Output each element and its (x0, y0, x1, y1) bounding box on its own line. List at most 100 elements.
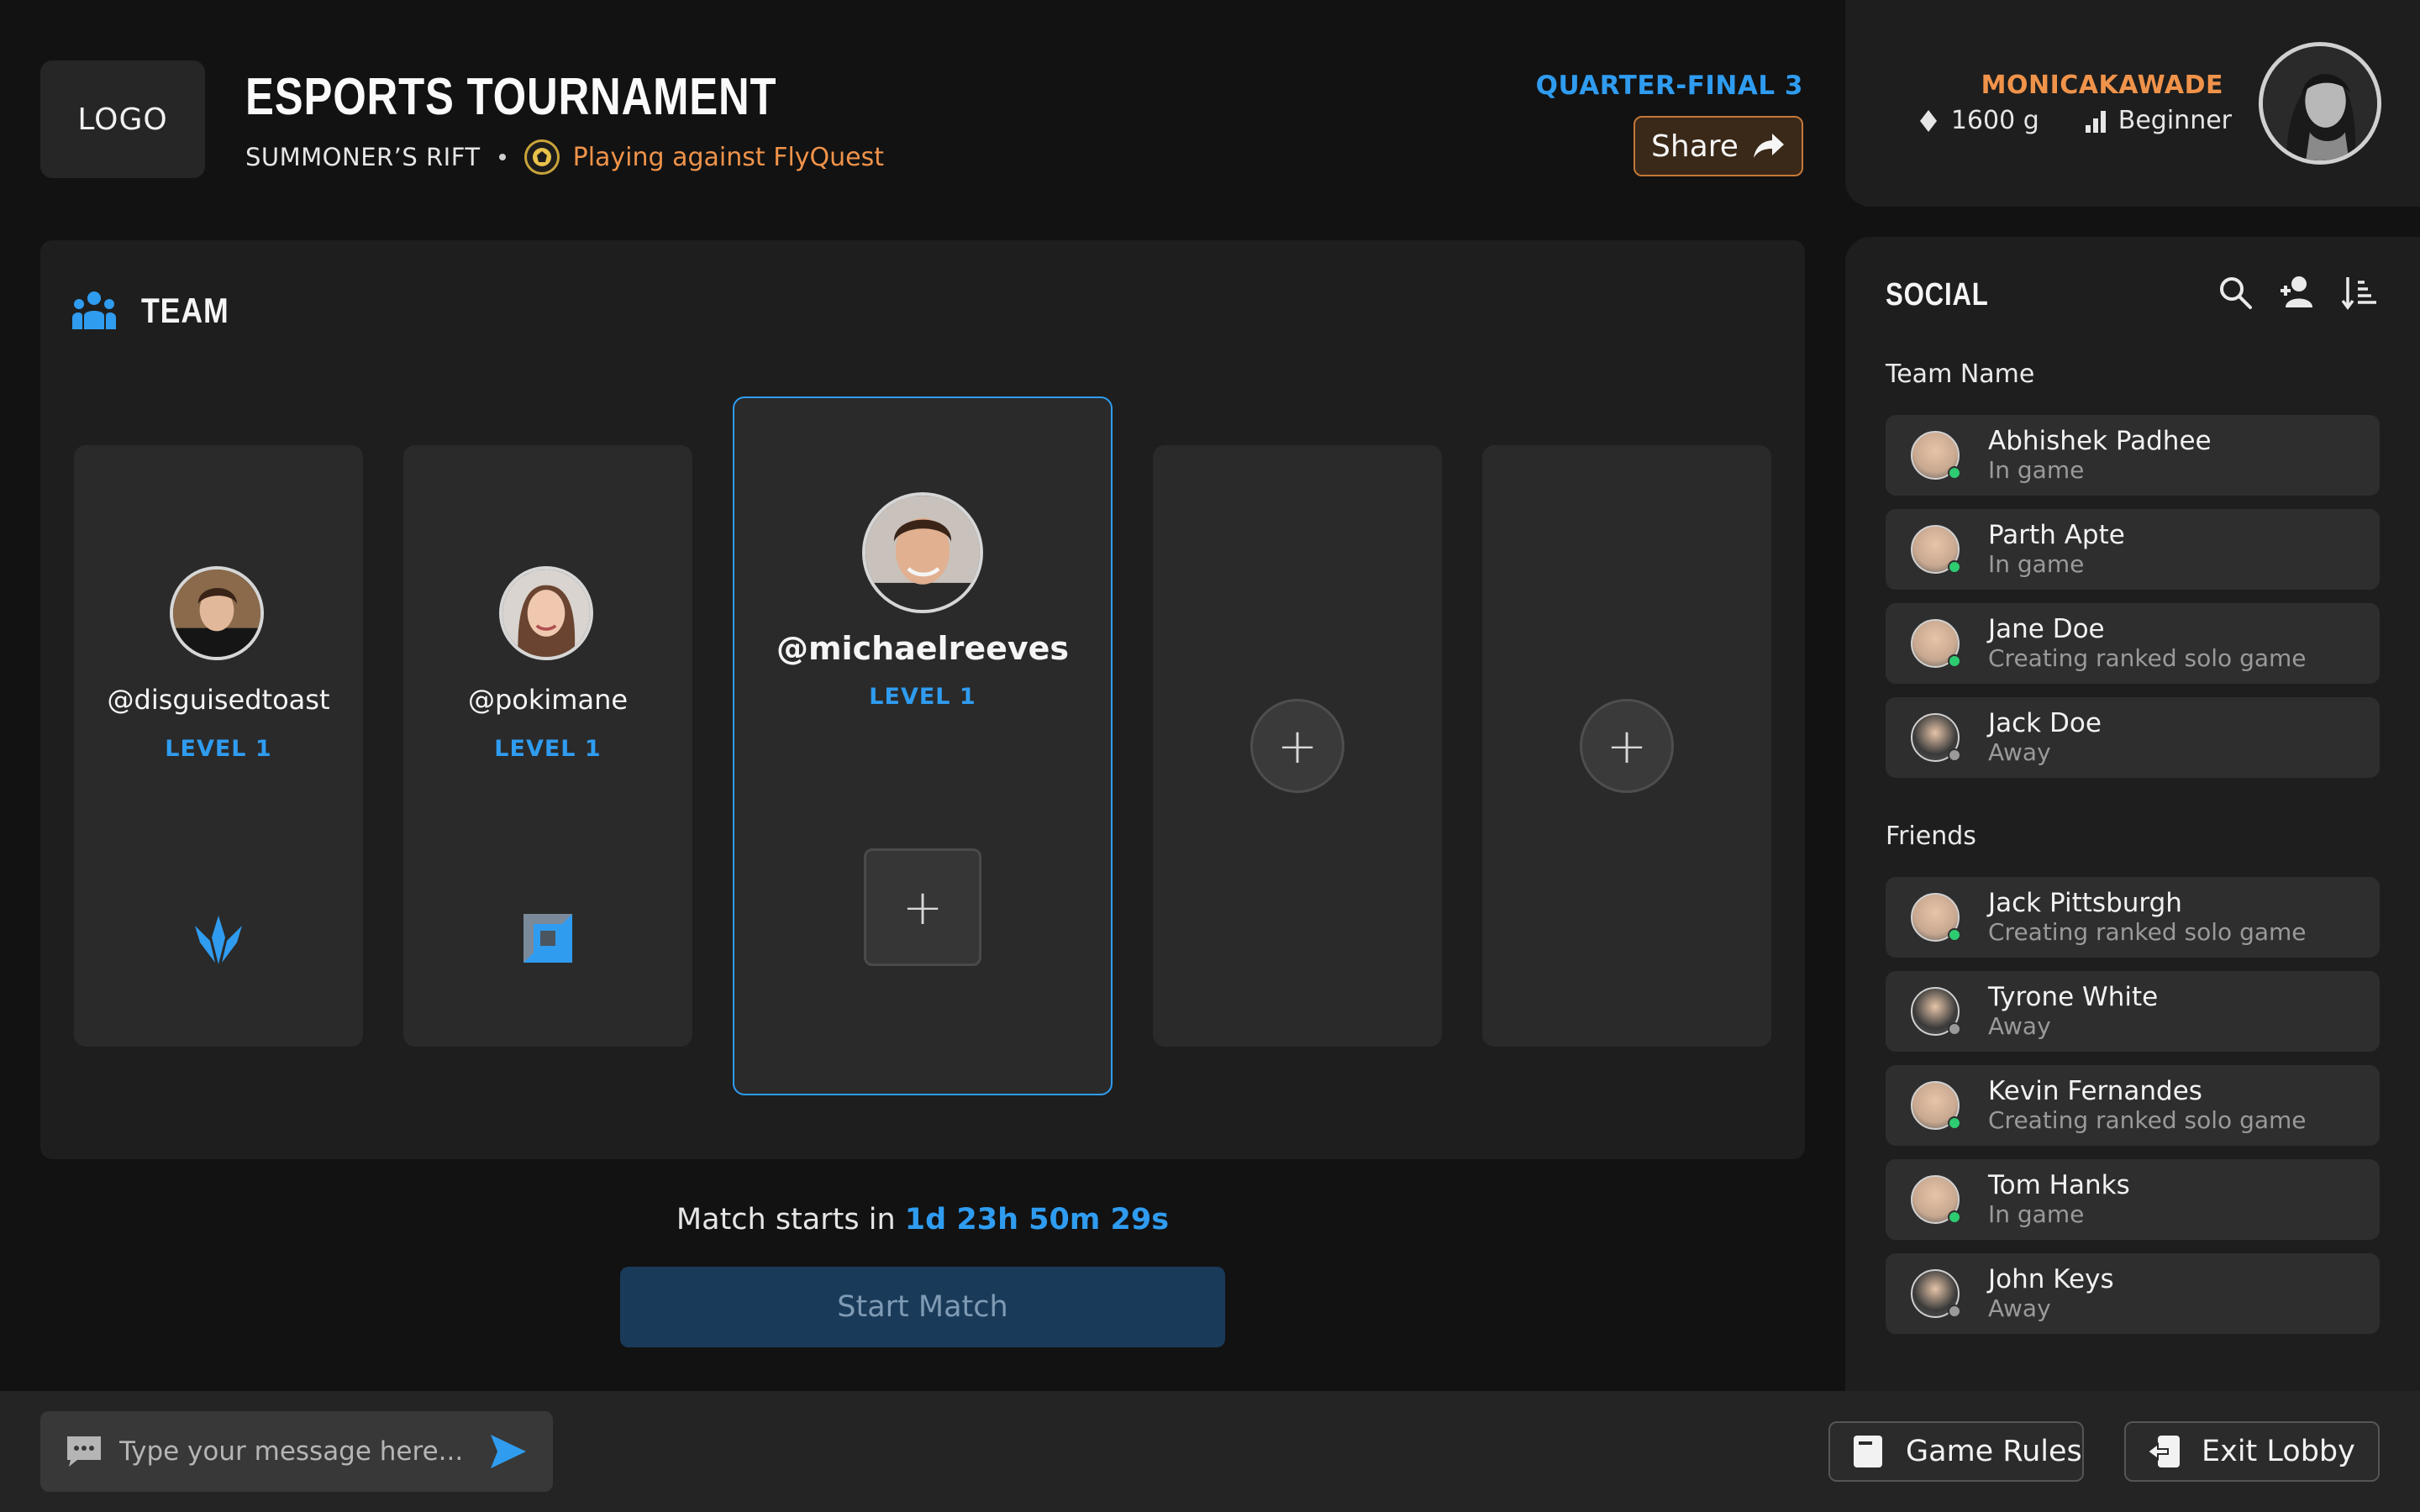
exit-lobby-button[interactable]: Exit Lobby (2124, 1421, 2380, 1482)
profile-avatar[interactable] (2259, 42, 2381, 165)
friend-status: In game (1988, 456, 2085, 484)
friend-avatar (1911, 1175, 1961, 1224)
friend-info: Jack Doe Away (1988, 708, 2102, 767)
search-icon[interactable] (2217, 274, 2254, 311)
game-rules-button[interactable]: Game Rules (1828, 1421, 2084, 1482)
team-slot-5-empty: + (1482, 445, 1771, 1047)
friend-info: Kevin Fernandes Creating ranked solo game (1988, 1076, 2307, 1135)
friend-name: Jane Doe (1988, 614, 2105, 644)
friend-status: Away (1988, 1012, 2051, 1040)
friend-status: Creating ranked solo game (1988, 1106, 2307, 1134)
friend-avatar (1911, 1081, 1961, 1130)
add-user-icon[interactable] (2279, 274, 2316, 311)
team-slot-4-empty: + (1153, 445, 1442, 1047)
share-button[interactable]: Share (1634, 116, 1803, 176)
friend-name: Tom Hanks (1988, 1170, 2130, 1200)
friend-row[interactable]: Jane Doe Creating ranked solo game (1886, 603, 2380, 684)
separator-dot (498, 154, 506, 160)
rank-label: Beginner (2118, 106, 2232, 135)
gold-amount: 1600 g (1950, 106, 2039, 135)
friend-status: Away (1988, 738, 2051, 766)
team-slot-1[interactable]: @disguisedtoast LEVEL 1 (74, 445, 363, 1047)
friend-info: John Keys Away (1988, 1264, 2114, 1323)
away-status-dot (1948, 1022, 1961, 1036)
diamond-icon (1919, 109, 1937, 132)
player-handle: @disguisedtoast (107, 684, 330, 716)
player-level: LEVEL 1 (494, 736, 602, 762)
player-handle: @michaelreeves (776, 630, 1070, 667)
friend-avatar (1911, 525, 1961, 574)
friend-row[interactable]: Kevin Fernandes Creating ranked solo game (1886, 1065, 2380, 1146)
share-arrow-icon (1753, 134, 1784, 158)
player-level: LEVEL 1 (165, 736, 272, 762)
friend-status: Creating ranked solo game (1988, 918, 2307, 946)
friend-row[interactable]: Tyrone White Away (1886, 971, 2380, 1052)
plus-icon: + (1606, 717, 1648, 774)
online-status-dot (1948, 654, 1961, 668)
friend-row[interactable]: Jack Doe Away (1886, 697, 2380, 778)
friend-name: Kevin Fernandes (1988, 1076, 2202, 1106)
player-avatar (170, 566, 264, 660)
plus-icon: + (1276, 717, 1318, 774)
friend-status: Away (1988, 1294, 2051, 1322)
friend-info: Parth Apte In game (1988, 520, 2125, 579)
friend-avatar (1911, 619, 1961, 668)
page-title: ESPORTS TOURNAMENT (245, 68, 777, 126)
exit-lobby-label: Exit Lobby (2202, 1435, 2355, 1468)
friend-info: Tyrone White Away (1988, 982, 2158, 1041)
profile-username[interactable]: MONICAKAWADE (1981, 71, 2223, 100)
online-status-dot (1948, 1116, 1961, 1130)
team-slot-2[interactable]: @pokimane LEVEL 1 (403, 445, 692, 1047)
friend-status: In game (1988, 550, 2085, 578)
player-avatar (499, 566, 593, 660)
invite-player-button[interactable]: + (1250, 699, 1344, 793)
away-status-dot (1948, 748, 1961, 762)
friend-name: Tyrone White (1988, 982, 2159, 1012)
friend-avatar (1911, 987, 1961, 1036)
friend-avatar (1911, 431, 1961, 480)
sort-icon[interactable] (2341, 274, 2378, 311)
chat-icon (67, 1436, 101, 1467)
opponent-label: Playing against FlyQuest (572, 142, 885, 172)
player-level: LEVEL 1 (869, 684, 976, 710)
start-match-label: Start Match (837, 1290, 1008, 1324)
friend-row[interactable]: Parth Apte In game (1886, 509, 2380, 590)
team-heading: TEAM (141, 291, 229, 330)
game-rules-label: Game Rules (1906, 1435, 2082, 1468)
friend-name: Parth Apte (1988, 520, 2125, 550)
start-match-button[interactable]: Start Match (620, 1267, 1225, 1347)
invite-player-button[interactable]: + (1580, 699, 1674, 793)
player-avatar (862, 492, 983, 613)
friend-name: Jack Pittsburgh (1988, 888, 2182, 918)
away-status-dot (1948, 1305, 1961, 1318)
rank-square-icon (523, 914, 572, 963)
friend-row[interactable]: Tom Hanks In game (1886, 1159, 2380, 1240)
chat-message-input[interactable] (119, 1436, 487, 1467)
team-slot-3-self[interactable]: @michaelreeves LEVEL 1 + (733, 396, 1113, 1095)
round-label: QUARTER-FINAL 3 (1535, 71, 1803, 101)
friend-name: John Keys (1988, 1264, 2114, 1294)
select-champion-button[interactable]: + (864, 848, 981, 966)
online-status-dot (1948, 928, 1961, 942)
match-subtitle: SUMMONER’S RIFT Playing against FlyQuest (245, 139, 884, 175)
team-header: TEAM (72, 291, 245, 331)
opponent-team-logo (523, 139, 560, 175)
friend-info: Jack Pittsburgh Creating ranked solo game (1988, 888, 2307, 947)
team-name-section-label: Team Name (1886, 360, 2035, 389)
friend-name: Jack Doe (1988, 708, 2102, 738)
plus-icon: + (902, 879, 944, 936)
friend-avatar (1911, 893, 1961, 942)
friend-row[interactable]: Abhishek Padhee In game (1886, 415, 2380, 496)
friend-row[interactable]: John Keys Away (1886, 1253, 2380, 1334)
friend-info: Jane Doe Creating ranked solo game (1988, 614, 2307, 673)
friend-row[interactable]: Jack Pittsburgh Creating ranked solo game (1886, 877, 2380, 958)
friend-info: Abhishek Padhee In game (1988, 426, 2212, 485)
send-icon[interactable] (487, 1431, 528, 1472)
friends-section-label: Friends (1886, 822, 1976, 851)
exit-icon (2146, 1436, 2180, 1467)
online-status-dot (1948, 1210, 1961, 1224)
social-toolbar (2217, 274, 2378, 311)
app-logo[interactable]: LOGO (40, 60, 205, 178)
match-countdown: Match starts in 1d 23h 50m 29s (40, 1203, 1805, 1236)
map-name: SUMMONER’S RIFT (245, 143, 481, 171)
